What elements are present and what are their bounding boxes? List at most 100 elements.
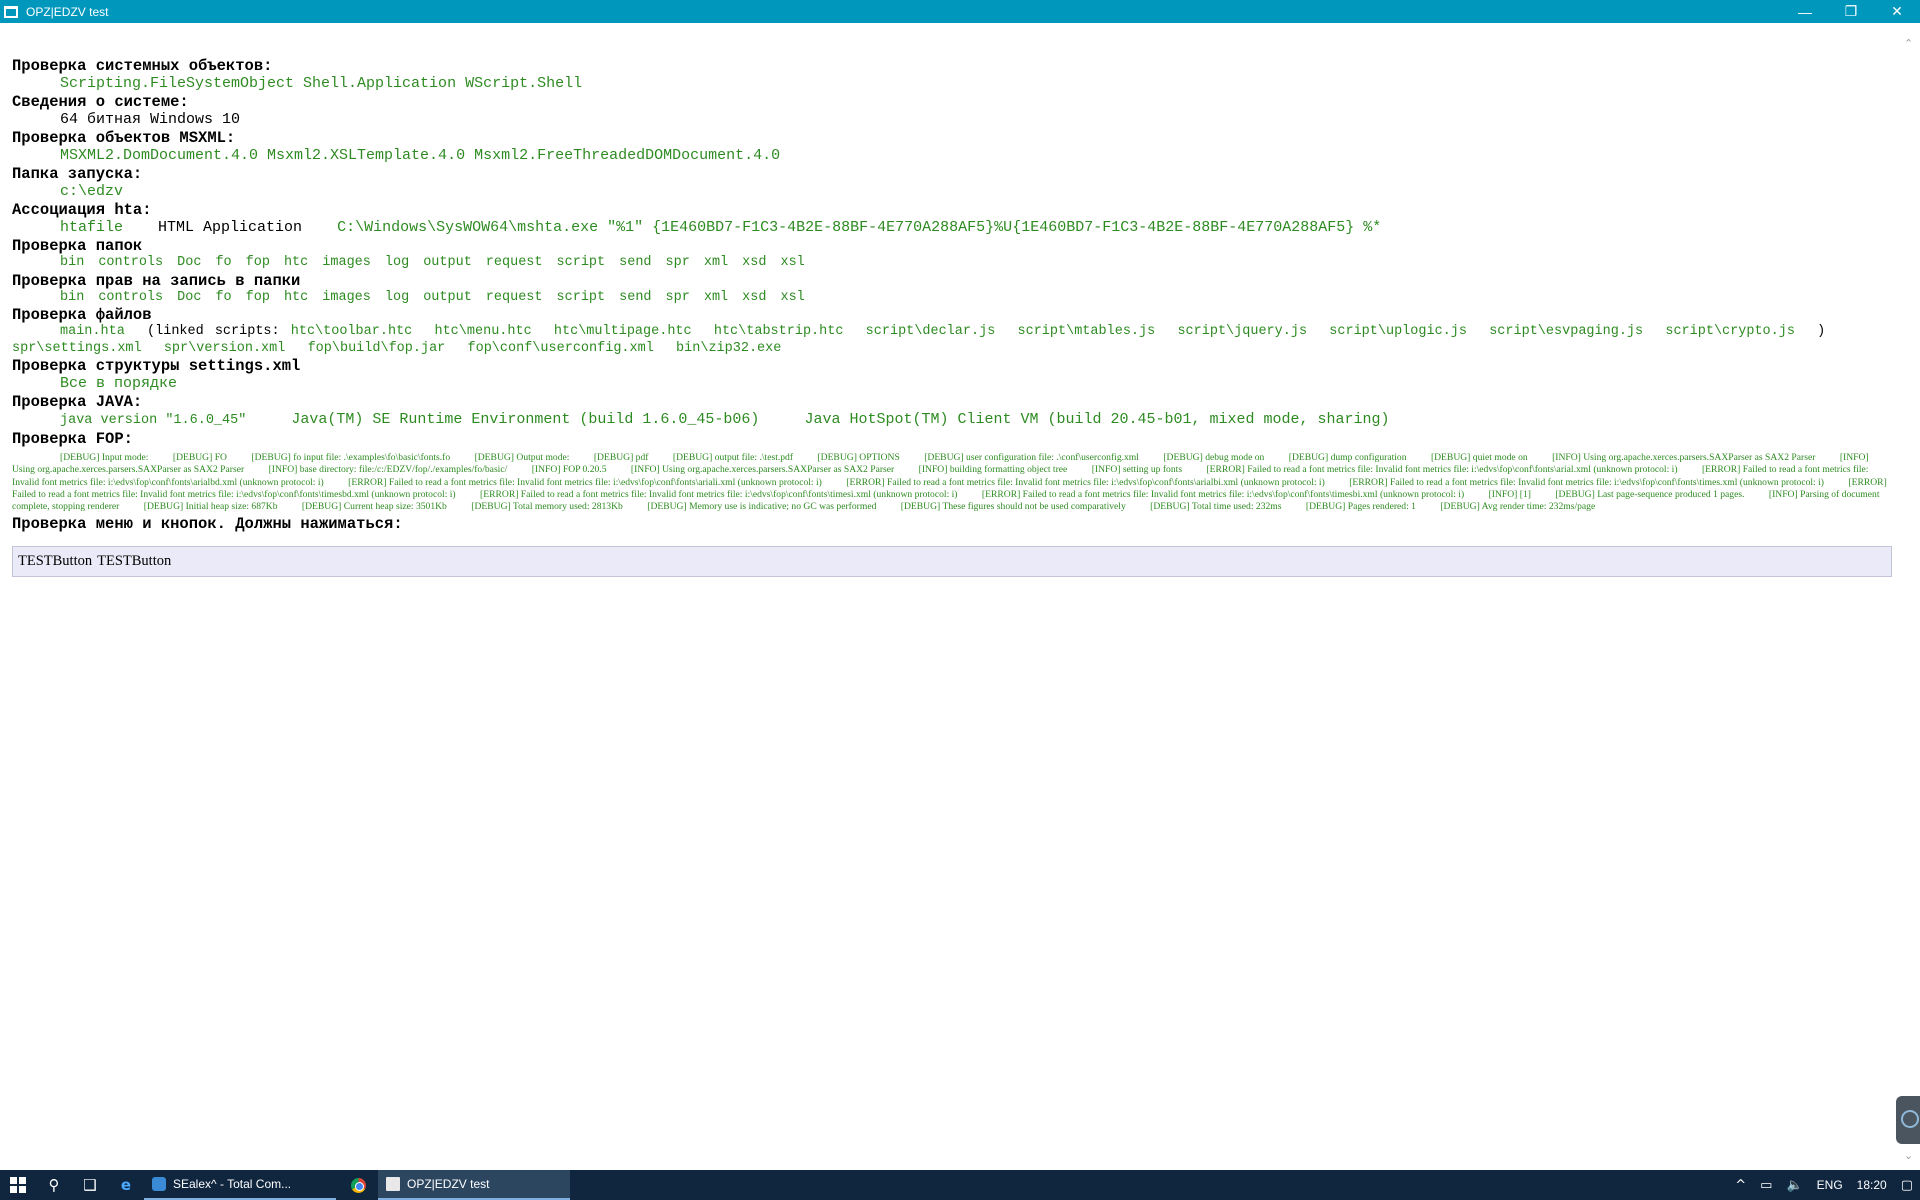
section-heading-files: Проверка файлов [12, 306, 152, 324]
volume-icon[interactable]: 🔈 [1779, 1178, 1809, 1193]
scroll-down-icon[interactable]: ⌄ [1904, 1149, 1913, 1162]
network-icon[interactable]: ▭ [1753, 1178, 1779, 1193]
start-button[interactable] [0, 1170, 36, 1200]
write-rights-item: fop [245, 289, 270, 305]
folders-list: bin controls Doc fo fop htc images log output req… [12, 255, 1888, 272]
fop-log-entry: [DEBUG] quiet mode on [1430, 452, 1528, 463]
side-widget-icon[interactable] [1896, 1096, 1920, 1144]
files-list: main.hta (linked scripts: htc\toolbar.ht… [12, 324, 1888, 357]
file-item: spr\settings.xml [12, 340, 142, 356]
hta-window-icon [386, 1177, 400, 1191]
folder-item: fop [245, 255, 270, 270]
folder-item: Doc [177, 255, 202, 270]
window-titlebar[interactable]: OPZ|EDZV test — ❐ ✕ [0, 0, 1920, 23]
search-icon[interactable]: ⚲ [36, 1170, 72, 1200]
write-rights-item: images [322, 289, 371, 305]
linked-scripts-open: (linked scripts: [147, 324, 280, 339]
fop-log-entry: [ERROR] Failed to read a font metrics fi… [480, 488, 958, 500]
fop-log-entry: [INFO] FOP 0.20.5 [531, 464, 607, 476]
linked-script-item: script\jquery.js [1177, 324, 1308, 339]
fop-log-entry: [INFO] Using org.apache.xerces.parsers.S… [630, 464, 895, 476]
task-view-icon[interactable]: ❑ [72, 1170, 108, 1200]
folder-item: fo [215, 255, 232, 270]
window-app-icon [4, 5, 18, 18]
chrome-icon [350, 1177, 366, 1193]
fop-log-entry: [DEBUG] fo input file: .\examples\fo\bas… [251, 452, 451, 463]
edge-icon[interactable]: e [108, 1170, 144, 1200]
fop-log-entry: [ERROR] Failed to read a font metrics fi… [981, 488, 1465, 500]
fop-log-entry: [DEBUG] Output mode: [474, 452, 570, 463]
folder-item: htc [283, 255, 309, 270]
fop-log-entry: [DEBUG] debug mode on [1163, 452, 1265, 463]
fop-log-entry: [DEBUG] Memory use is indicative; no GC … [647, 501, 877, 513]
taskbar-app-total-commander[interactable]: SEalex^ - Total Com... [144, 1170, 336, 1200]
minimize-button[interactable]: — [1782, 0, 1828, 23]
taskbar-app-chrome[interactable] [338, 1170, 378, 1200]
total-commander-icon [152, 1177, 166, 1191]
section-heading-java: Проверка JAVA: [12, 393, 143, 411]
windows-logo-icon [10, 1177, 26, 1193]
scroll-up-icon[interactable]: ⌃ [1904, 37, 1913, 50]
folder-item: script [556, 255, 606, 270]
fop-log-entry: [INFO] setting up fonts [1091, 464, 1183, 476]
linked-script-item: htc\menu.htc [434, 324, 532, 339]
fop-log-entry: [DEBUG] Input mode: [60, 452, 149, 463]
folder-item: xsd [742, 255, 767, 270]
tray-language[interactable]: ENG [1810, 1178, 1850, 1192]
fop-log-entry: [ERROR] Failed to read a font metrics fi… [846, 476, 1325, 488]
test-button[interactable]: TESTButton [97, 553, 171, 570]
folder-item: send [619, 255, 652, 270]
linked-script-item: htc\tabstrip.htc [713, 324, 844, 339]
section-heading-menu: Проверка меню и кнопок. Должны нажиматьс… [12, 515, 403, 534]
linked-script-item: script\mtables.js [1017, 324, 1156, 339]
notification-icon[interactable]: ▢ [1894, 1178, 1920, 1193]
write-rights-item: fo [215, 289, 232, 305]
write-rights-item: script [556, 289, 606, 305]
test-button[interactable]: TESTButton [18, 553, 92, 570]
folder-item: log [384, 255, 410, 270]
vertical-scrollbar[interactable]: ⌃ ⌄ [1900, 23, 1920, 1170]
restore-button[interactable]: ❐ [1828, 0, 1874, 23]
fop-log-entry: [DEBUG] output file: .\test.pdf [672, 452, 794, 463]
write-rights-item: output [423, 289, 472, 305]
close-button[interactable]: ✕ [1874, 0, 1920, 23]
write-rights-item: request [485, 289, 543, 305]
hta-assoc-name: HTML Application [158, 219, 303, 236]
fop-log-entry: [DEBUG] pdf [593, 452, 649, 463]
linked-scripts-close: ) [1817, 324, 1826, 339]
file-item: spr\version.xml [163, 340, 286, 356]
java-runtime: Java(TM) SE Runtime Environment (build 1… [291, 411, 760, 428]
fop-log-entry: [DEBUG] FO [172, 452, 227, 463]
linked-script-item: script\uplogic.js [1329, 324, 1467, 339]
fop-log-entry: [INFO] building formatting object tree [918, 464, 1068, 476]
fop-log-entry: [ERROR] Failed to read a font metrics fi… [1206, 464, 1678, 476]
fop-log-entry: [DEBUG] Initial heap size: 687Kb [143, 501, 278, 513]
fop-log-entry: [INFO] Using org.apache.xerces.parsers.S… [1552, 452, 1816, 463]
folder-item: images [322, 255, 371, 270]
section-heading-hta-assoc: Ассоциация hta: [12, 201, 152, 219]
section-heading-system-objects: Проверка системных объектов: [12, 57, 273, 75]
fop-log-entry: [DEBUG] OPTIONS [817, 452, 900, 463]
write-rights-item: htc [283, 289, 309, 305]
hta-assoc-type: htafile [60, 219, 124, 236]
linked-script-item: script\esvpaging.js [1489, 324, 1644, 339]
folder-item: spr [665, 255, 690, 270]
linked-script-item: script\crypto.js [1665, 324, 1795, 339]
tray-expand-icon[interactable]: ^ [1728, 1178, 1753, 1193]
write-rights-item: Doc [177, 289, 202, 305]
launch-folder-value: c:\edzv [60, 183, 124, 200]
taskbar-app-label: SEalex^ - Total Com... [173, 1177, 292, 1191]
system-objects-value: Scripting.FileSystemObject Shell.Applica… [60, 75, 583, 92]
taskbar-app-opz-edzv[interactable]: OPZ|EDZV test [378, 1170, 570, 1200]
java-row: java version "1.6.0_45" Java(TM) SE Runt… [12, 411, 1888, 430]
tray-clock[interactable]: 18:20 [1850, 1178, 1894, 1192]
write-rights-item: send [619, 289, 652, 305]
fop-log-entry: [DEBUG] Avg render time: 232ms/page [1440, 501, 1596, 513]
test-button-bar: TESTButton TESTButton [12, 546, 1892, 578]
java-vm: Java HotSpot(TM) Client VM (build 20.45-… [804, 411, 1390, 428]
fop-log-entry: [ERROR] Failed to read a font metrics fi… [348, 476, 822, 488]
section-heading-settings: Проверка структуры settings.xml [12, 357, 301, 375]
file-item: fop\build\fop.jar [307, 340, 446, 356]
folder-item: controls [98, 255, 164, 270]
fop-log: [DEBUG] Input mode: [DEBUG] FO [DEBUG] f… [12, 452, 1888, 513]
